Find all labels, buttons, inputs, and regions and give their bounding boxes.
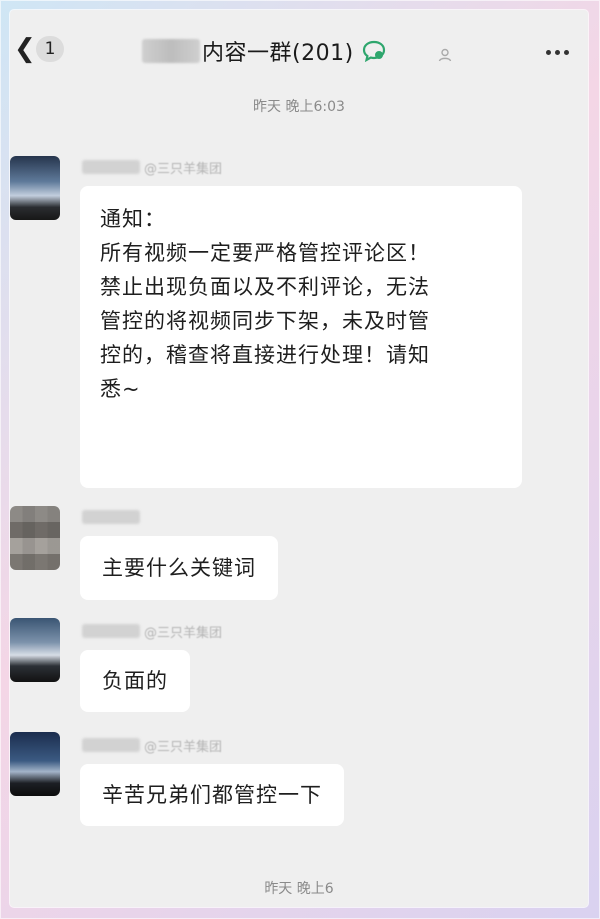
message-text: 辛苦兄弟们都管控一下 xyxy=(102,783,322,807)
name-redaction xyxy=(82,160,140,174)
message-bubble[interactable]: 负面的 xyxy=(80,650,190,712)
chat-bubble-icon xyxy=(362,40,385,62)
sender-name: @三只羊集团 xyxy=(82,622,223,641)
name-redaction xyxy=(82,624,140,638)
chat-header: ❮ 1 内容一群(201) xyxy=(10,10,588,88)
message-text: 主要什么关键词 xyxy=(102,556,256,580)
more-icon[interactable] xyxy=(546,50,569,55)
group-title-text: 内容一群(201) xyxy=(202,41,354,66)
avatar[interactable] xyxy=(10,732,60,796)
chevron-left-icon: ❮ xyxy=(14,34,36,64)
avatar[interactable] xyxy=(10,506,60,570)
message-bubble[interactable]: 辛苦兄弟们都管控一下 xyxy=(80,764,344,826)
person-icon xyxy=(438,48,452,62)
company-tag: @三只羊集团 xyxy=(144,625,223,641)
timestamp: 昨天 晚上6 xyxy=(264,881,334,897)
avatar[interactable] xyxy=(10,618,60,682)
group-title[interactable]: 内容一群(201) xyxy=(142,34,386,68)
message-bubble[interactable]: 主要什么关键词 xyxy=(80,536,278,600)
company-tag: @三只羊集团 xyxy=(144,161,223,177)
sender-name: @三只羊集团 xyxy=(82,736,223,755)
name-redaction xyxy=(82,510,140,524)
name-redaction xyxy=(82,738,140,752)
message-text: 负面的 xyxy=(102,669,168,693)
company-tag: @三只羊集团 xyxy=(144,739,223,755)
chat-screen: ❮ 1 内容一群(201) 昨天 晚上6:03 @三只羊集团 通知： 所有视频一… xyxy=(10,10,588,907)
back-button[interactable]: ❮ 1 xyxy=(14,34,72,64)
avatar[interactable] xyxy=(10,156,60,220)
timestamp: 昨天 晚上6:03 xyxy=(253,99,345,115)
message-bubble[interactable]: 通知： 所有视频一定要严格管控评论区！ 禁止出现负面以及不利评论，无法 管控的将… xyxy=(80,186,522,488)
sender-name: @三只羊集团 xyxy=(82,158,223,177)
unread-count-badge: 1 xyxy=(36,36,64,62)
sender-name xyxy=(82,508,140,526)
title-redaction xyxy=(142,39,200,63)
message-text: 通知： 所有视频一定要严格管控评论区！ 禁止出现负面以及不利评论，无法 管控的将… xyxy=(100,207,430,401)
